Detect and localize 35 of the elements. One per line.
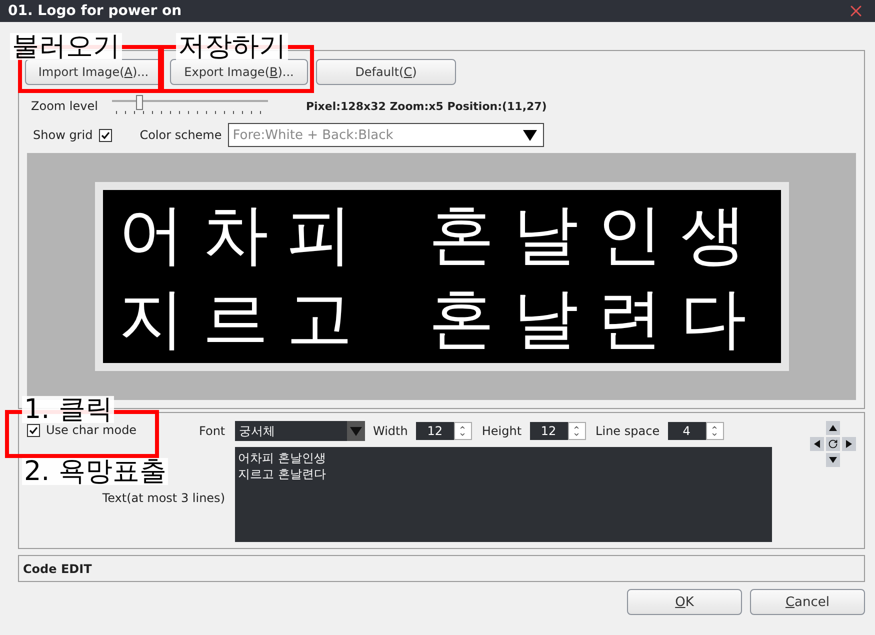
right-button[interactable]: [842, 437, 856, 451]
annotation-text: 불러오기: [10, 33, 122, 60]
left-button[interactable]: [810, 437, 824, 451]
spinner-label: Height: [482, 424, 522, 438]
zoom-info: Pixel:128x32 Zoom:x5 Position:(11,27): [306, 100, 547, 112]
zoom-slider[interactable]: [112, 95, 268, 117]
slider-thumb[interactable]: [136, 95, 144, 110]
toolbar-button[interactable]: Export Image(B)...: [170, 59, 308, 85]
annotation-text: 2. 욕망표출: [22, 458, 168, 485]
text-input-field[interactable]: 어차피 혼날인생 지르고 혼날련다: [235, 447, 772, 542]
reset-button[interactable]: [826, 437, 840, 451]
zoom-label: Zoom level: [31, 99, 98, 113]
spinner-label: Line space: [596, 424, 660, 438]
spinner-label: Width: [373, 424, 408, 438]
dialog-button[interactable]: OK: [627, 589, 742, 615]
annotation-text: 저장하기: [176, 33, 288, 60]
window-title: 01. Logo for power on: [8, 3, 182, 19]
rotate-icon: [828, 439, 838, 449]
text-label: Text(at most 3 lines): [101, 491, 225, 505]
show-grid-label: Show grid: [33, 128, 93, 142]
down-button[interactable]: [826, 453, 840, 467]
char-mode-label: Use char mode: [46, 423, 137, 437]
color-scheme-dropdown[interactable]: Fore:White + Back:Black: [228, 123, 544, 147]
font-label: Font: [199, 424, 226, 438]
led-text: 어차피 혼날인생: [118, 194, 764, 274]
color-scheme-label: Color scheme: [140, 128, 222, 142]
up-button[interactable]: [826, 421, 840, 435]
checkbox[interactable]: [98, 128, 112, 142]
font-dropdown[interactable]: 궁서체: [235, 421, 365, 441]
checkbox[interactable]: [27, 424, 40, 436]
code-edit-label: Code EDIT: [23, 562, 92, 576]
toolbar-button[interactable]: Default(C): [316, 59, 456, 85]
dialog-button[interactable]: Cancel: [750, 589, 865, 615]
annotation-text: 1. 클릭: [22, 396, 114, 423]
led-text: 지르고 혼날련다: [118, 278, 764, 358]
